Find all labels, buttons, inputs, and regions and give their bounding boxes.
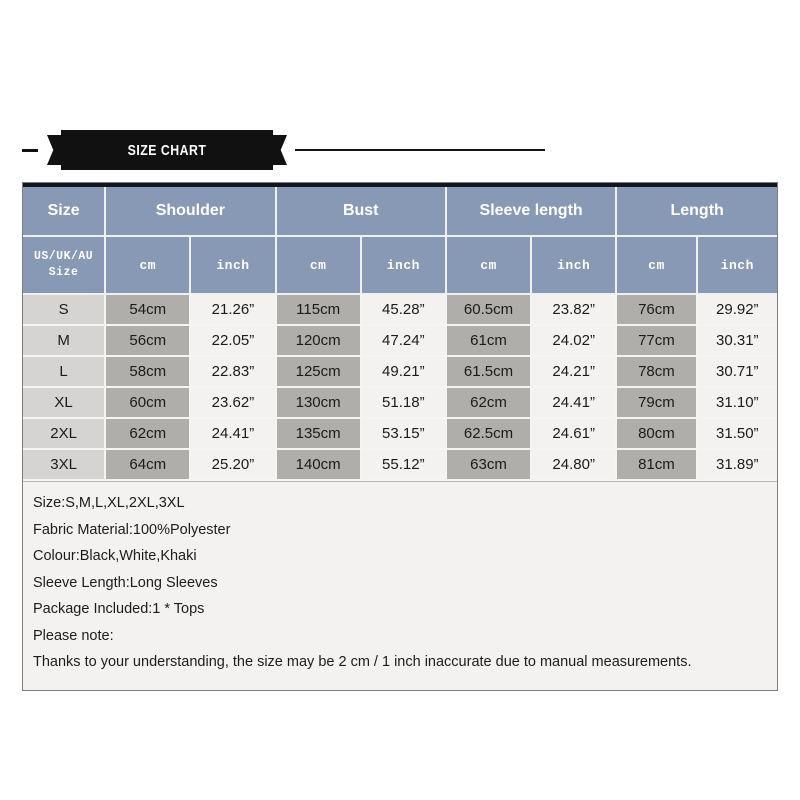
- table-row: M 56cm 22.05” 120cm 47.24” 61cm 24.02” 7…: [23, 325, 777, 357]
- cell-bust-inch: 53.15”: [360, 418, 447, 450]
- cell-length-inch: 30.31”: [696, 325, 777, 357]
- cell-sleeve-inch: 24.02”: [531, 325, 618, 357]
- cell-length-cm: 79cm: [616, 387, 698, 419]
- unit-header-bust-cm: cm: [275, 236, 362, 295]
- cell-sleeve-inch: 24.21”: [531, 356, 618, 388]
- ribbon-body: SIZE CHART: [61, 130, 273, 170]
- cell-sleeve-inch: 24.61”: [531, 418, 618, 450]
- table-body: S 54cm 21.26” 115cm 45.28” 60.5cm 23.82”…: [23, 294, 777, 481]
- cell-shoulder-inch: 23.62”: [190, 387, 277, 419]
- unit-header-bust-inch: inch: [360, 236, 447, 295]
- cell-sleeve-cm: 62.5cm: [445, 418, 533, 450]
- cell-shoulder-inch: 25.20”: [190, 449, 277, 481]
- cell-bust-cm: 120cm: [275, 325, 362, 357]
- table-row: 2XL 62cm 24.41” 135cm 53.15” 62.5cm 24.6…: [23, 418, 777, 450]
- note-measurement-disclaimer: Thanks to your understanding, the size m…: [33, 654, 692, 670]
- size-chart-table: Size Shoulder Bust Sleeve length Length …: [23, 183, 777, 481]
- unit-header-length-cm: cm: [616, 236, 698, 295]
- cell-length-cm: 76cm: [616, 294, 698, 326]
- group-header-length: Length: [616, 183, 777, 237]
- size-chart-banner: SIZE CHART: [22, 128, 778, 172]
- table-row: XL 60cm 23.62” 130cm 51.18” 62cm 24.41” …: [23, 387, 777, 419]
- cell-shoulder-cm: 56cm: [105, 325, 192, 357]
- cell-sleeve-cm: 60.5cm: [445, 294, 533, 326]
- cell-sleeve-inch: 23.82”: [531, 294, 618, 326]
- cell-bust-inch: 55.12”: [360, 449, 447, 481]
- banner-ribbon: SIZE CHART: [47, 130, 287, 170]
- ribbon-left-tail-icon: [47, 135, 61, 165]
- group-header-sleeve-length: Sleeve length: [445, 183, 618, 237]
- cell-shoulder-inch: 24.41”: [190, 418, 277, 450]
- note-please-note: Please note:: [33, 627, 114, 644]
- size-chart-card: Size Shoulder Bust Sleeve length Length …: [22, 182, 778, 691]
- cell-length-inch: 31.10”: [696, 387, 777, 419]
- group-header-size: Size: [23, 183, 107, 237]
- cell-sleeve-cm: 62cm: [445, 387, 533, 419]
- note-colour: Colour:Black,White,Khaki: [33, 548, 197, 564]
- cell-length-cm: 81cm: [616, 449, 698, 481]
- cell-length-cm: 80cm: [616, 418, 698, 450]
- cell-shoulder-inch: 22.83”: [190, 356, 277, 388]
- cell-size: M: [23, 325, 107, 357]
- table-unit-header-row: US/UK/AU Size cm inch cm inch cm inch cm…: [23, 236, 777, 295]
- page-title: SIZE CHART: [127, 141, 207, 159]
- cell-size: 2XL: [23, 418, 107, 450]
- unit-header-sleeve-cm: cm: [445, 236, 533, 295]
- note-sleeve-length: Sleeve Length:Long Sleeves: [33, 574, 218, 591]
- note-package-included: Package Included:1 * Tops: [33, 601, 205, 617]
- cell-bust-cm: 115cm: [275, 294, 362, 326]
- size-region-line-2: Size: [48, 266, 79, 279]
- unit-header-length-inch: inch: [696, 236, 777, 295]
- unit-header-shoulder-inch: inch: [190, 236, 277, 295]
- note-fabric-material: Fabric Material:100%Polyester: [33, 521, 231, 538]
- unit-header-sleeve-inch: inch: [531, 236, 618, 295]
- cell-size: L: [23, 356, 107, 388]
- cell-bust-cm: 125cm: [275, 356, 362, 388]
- table-row: L 58cm 22.83” 125cm 49.21” 61.5cm 24.21”…: [23, 356, 777, 388]
- cell-bust-inch: 49.21”: [360, 356, 447, 388]
- cell-size: 3XL: [23, 449, 107, 481]
- cell-bust-inch: 47.24”: [360, 325, 447, 357]
- cell-size: S: [23, 294, 107, 326]
- note-size: Size:S,M,L,XL,2XL,3XL: [33, 495, 185, 511]
- cell-length-cm: 77cm: [616, 325, 698, 357]
- cell-shoulder-cm: 64cm: [105, 449, 192, 481]
- cell-length-inch: 29.92”: [696, 294, 777, 326]
- cell-bust-inch: 45.28”: [360, 294, 447, 326]
- cell-length-inch: 30.71”: [696, 356, 777, 388]
- cell-shoulder-inch: 21.26”: [190, 294, 277, 326]
- product-details-notes: Size:S,M,L,XL,2XL,3XL Fabric Material:10…: [23, 481, 777, 690]
- unit-header-size-region: US/UK/AU Size: [23, 236, 107, 295]
- cell-sleeve-cm: 61.5cm: [445, 356, 533, 388]
- cell-length-cm: 78cm: [616, 356, 698, 388]
- cell-shoulder-cm: 58cm: [105, 356, 192, 388]
- cell-shoulder-cm: 62cm: [105, 418, 192, 450]
- banner-rule-line: [295, 149, 545, 151]
- cell-length-inch: 31.89”: [696, 449, 777, 481]
- cell-shoulder-cm: 60cm: [105, 387, 192, 419]
- cell-bust-cm: 140cm: [275, 449, 362, 481]
- cell-shoulder-cm: 54cm: [105, 294, 192, 326]
- size-region-line-1: US/UK/AU: [33, 250, 94, 264]
- group-header-shoulder: Shoulder: [105, 183, 277, 237]
- cell-shoulder-inch: 22.05”: [190, 325, 277, 357]
- group-header-bust: Bust: [275, 183, 447, 237]
- table-header: Size Shoulder Bust Sleeve length Length …: [23, 183, 777, 295]
- cell-bust-cm: 130cm: [275, 387, 362, 419]
- banner-dash-decoration: [22, 148, 38, 152]
- cell-size: XL: [23, 387, 107, 419]
- table-group-header-row: Size Shoulder Bust Sleeve length Length: [23, 183, 777, 237]
- table-row: S 54cm 21.26” 115cm 45.28” 60.5cm 23.82”…: [23, 294, 777, 326]
- cell-sleeve-cm: 63cm: [445, 449, 533, 481]
- cell-sleeve-inch: 24.80”: [531, 449, 618, 481]
- table-row: 3XL 64cm 25.20” 140cm 55.12” 63cm 24.80”…: [23, 449, 777, 481]
- unit-header-shoulder-cm: cm: [105, 236, 192, 295]
- cell-bust-cm: 135cm: [275, 418, 362, 450]
- cell-length-inch: 31.50”: [696, 418, 777, 450]
- cell-sleeve-cm: 61cm: [445, 325, 533, 357]
- cell-bust-inch: 51.18”: [360, 387, 447, 419]
- cell-sleeve-inch: 24.41”: [531, 387, 618, 419]
- ribbon-right-tail-icon: [273, 135, 287, 165]
